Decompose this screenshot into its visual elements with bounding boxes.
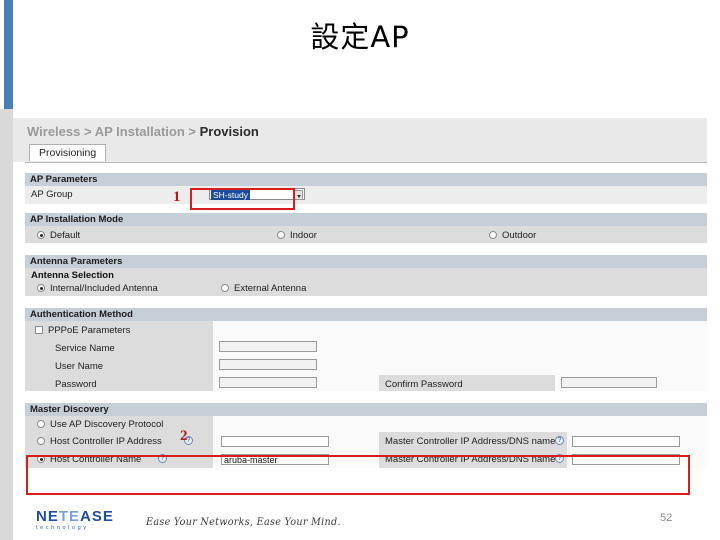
logo-wordmark-part-3: ASE xyxy=(80,508,114,525)
install-mode-body xyxy=(25,226,707,243)
radio-host-controller-name[interactable] xyxy=(37,455,45,463)
label-host-controller-ip-address: Host Controller IP Address xyxy=(50,436,162,447)
breadcrumb: Wireless > AP Installation > Provision xyxy=(27,124,259,139)
radio-install-mode-outdoor[interactable] xyxy=(489,231,497,239)
label-service-name: Service Name xyxy=(55,343,115,354)
ap-parameters-body xyxy=(25,186,707,204)
slide-side-gray-bar xyxy=(0,109,13,540)
tab-strip: Provisioning xyxy=(13,144,707,162)
label-master-controller-ip-2: Master Controller IP Address/DNS name xyxy=(385,454,556,465)
radio-install-mode-indoor[interactable] xyxy=(277,231,285,239)
annotation-number-1: 1 xyxy=(173,189,181,205)
label-password: Password xyxy=(55,379,97,390)
logo-wordmark-part-2: TE xyxy=(58,508,81,525)
input-password[interactable] xyxy=(219,377,317,388)
aruba-controller-screenshot: Wireless > AP Installation > Provision P… xyxy=(13,118,707,504)
slide-page-number: 52 xyxy=(660,512,673,524)
input-confirm-password[interactable] xyxy=(561,377,657,388)
label-install-mode-default: Default xyxy=(50,230,81,241)
chevron-down-icon[interactable] xyxy=(294,190,303,200)
ap-group-select[interactable]: SH-study xyxy=(209,188,305,200)
radio-antenna-internal[interactable] xyxy=(37,284,45,292)
label-install-mode-outdoor: Outdoor xyxy=(502,230,537,241)
ap-group-label: AP Group xyxy=(31,189,73,200)
annotation-number-2: 2 xyxy=(180,428,188,444)
label-pppoe-parameters: PPPoE Parameters xyxy=(48,325,131,336)
radio-install-mode-default[interactable] xyxy=(37,231,45,239)
section-header-ap-parameters: AP Parameters xyxy=(25,173,707,186)
section-header-install-mode: AP Installation Mode xyxy=(25,213,707,226)
section-header-auth: Authentication Method xyxy=(25,308,707,321)
label-install-mode-indoor: Indoor xyxy=(290,230,317,241)
input-master-controller-ip-2[interactable] xyxy=(572,454,680,465)
logo-wordmark: NETEASE xyxy=(36,509,114,524)
footer-tagline: Ease Your Networks, Ease Your Mind. xyxy=(146,517,341,528)
netease-technology-logo: NETEASE technology xyxy=(36,509,114,532)
input-user-name[interactable] xyxy=(219,359,317,370)
section-header-antenna: Antenna Parameters xyxy=(25,255,707,268)
breadcrumb-root[interactable]: Wireless xyxy=(27,124,80,139)
help-icon-host-controller-name[interactable]: ? xyxy=(158,454,167,463)
breadcrumb-middle[interactable]: AP Installation xyxy=(95,124,185,139)
radio-antenna-external[interactable] xyxy=(221,284,229,292)
input-master-controller-ip-1[interactable] xyxy=(572,436,680,447)
radio-use-ap-discovery-protocol[interactable] xyxy=(37,420,45,428)
checkbox-pppoe-parameters[interactable] xyxy=(35,326,43,334)
help-icon-master-controller-ip-1[interactable]: ? xyxy=(555,436,564,445)
logo-subtitle: technology xyxy=(36,525,89,531)
antenna-selection-subheader: Antenna Selection xyxy=(31,270,114,281)
page-title: 設定AP xyxy=(310,20,410,54)
tab-provisioning[interactable]: Provisioning xyxy=(29,144,107,161)
slide: 設定AP Wireless > AP Installation > Provis… xyxy=(0,0,720,540)
input-service-name[interactable] xyxy=(219,341,317,352)
breadcrumb-separator-1: > xyxy=(83,124,92,139)
radio-host-controller-ip-address[interactable] xyxy=(37,437,45,445)
help-icon-master-controller-ip-2[interactable]: ? xyxy=(555,454,564,463)
label-user-name: User Name xyxy=(55,361,104,372)
logo-wordmark-part-1: NE xyxy=(36,508,59,525)
label-use-ap-discovery-protocol: Use AP Discovery Protocol xyxy=(50,419,164,430)
label-antenna-internal: Internal/Included Antenna xyxy=(50,283,158,294)
ap-group-selected-value: SH-study xyxy=(211,190,250,200)
label-confirm-password: Confirm Password xyxy=(385,379,463,390)
value-host-controller-name: aruba-master xyxy=(224,455,278,465)
breadcrumb-separator-2: > xyxy=(188,124,196,139)
provisioning-panel: AP Parameters AP Group SH-study AP Insta… xyxy=(25,162,707,504)
label-antenna-external: External Antenna xyxy=(234,283,307,294)
label-master-controller-ip-1: Master Controller IP Address/DNS name xyxy=(385,436,556,447)
label-host-controller-name: Host Controller Name xyxy=(50,454,142,465)
input-host-controller-ip-address[interactable] xyxy=(221,436,329,447)
breadcrumb-current: Provision xyxy=(199,124,259,139)
section-header-master-discovery: Master Discovery xyxy=(25,403,707,416)
input-host-controller-name[interactable]: aruba-master xyxy=(221,454,329,465)
discovery-protocol-body xyxy=(213,416,707,432)
